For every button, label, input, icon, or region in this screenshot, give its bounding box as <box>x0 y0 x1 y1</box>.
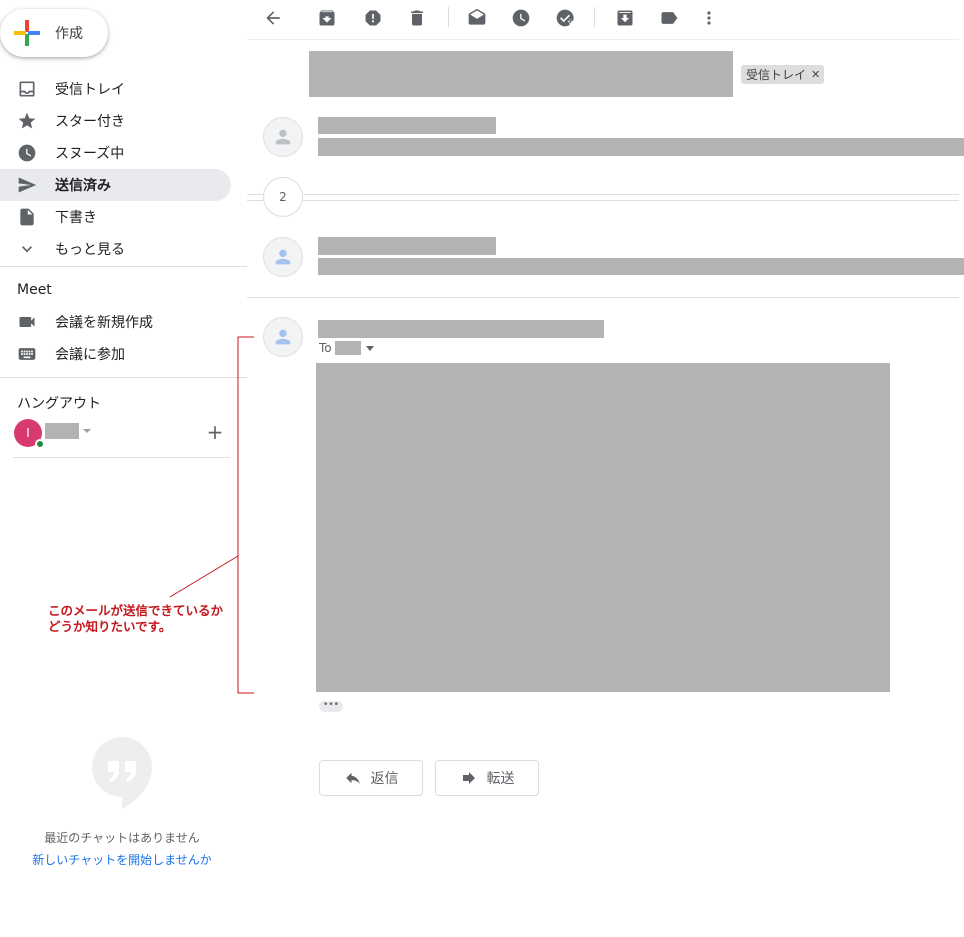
forward-button[interactable]: 転送 <box>435 760 539 796</box>
sidebar-item-label: スヌーズ中 <box>55 146 125 162</box>
report-spam-icon[interactable] <box>361 6 385 30</box>
reply-button[interactable]: 返信 <box>319 760 423 796</box>
move-to-icon[interactable] <box>613 6 637 30</box>
sender-name-redacted <box>318 237 496 255</box>
clock-icon <box>17 143 37 163</box>
toolbar-separator <box>448 7 449 27</box>
meet-join-meeting[interactable]: 会議に参加 <box>0 338 231 370</box>
hangouts-heading: ハングアウト <box>17 396 101 412</box>
meet-section: 会議を新規作成 会議に参加 <box>0 306 231 370</box>
sidebar-item-label: 受信トレイ <box>55 82 125 98</box>
recipient-details-dropdown-icon[interactable] <box>365 345 374 351</box>
compose-label: 作成 <box>55 26 83 42</box>
label-chip-text: 受信トレイ <box>746 68 807 82</box>
sender-avatar <box>263 117 303 157</box>
delete-icon[interactable] <box>405 6 429 30</box>
sidebar-item-snoozed[interactable]: スヌーズ中 <box>0 137 231 169</box>
message-snippet-redacted[interactable] <box>318 258 964 275</box>
snooze-icon[interactable] <box>509 6 533 30</box>
compose-button[interactable]: 作成 <box>0 9 108 57</box>
back-arrow-icon[interactable] <box>261 6 285 30</box>
message-toolbar <box>247 0 959 40</box>
annotation-bracket <box>237 336 254 694</box>
start-new-chat-link[interactable]: 新しいチャットを開始しませんか <box>0 851 244 868</box>
hangouts-user-row[interactable]: I + <box>14 419 230 449</box>
sidebar-item-more[interactable]: もっと見る <box>0 233 231 265</box>
archive-icon[interactable] <box>315 6 339 30</box>
sidebar-item-label: もっと見る <box>55 242 125 258</box>
draft-icon <box>17 207 37 227</box>
inbox-icon <box>17 79 37 99</box>
add-task-icon[interactable] <box>553 6 577 30</box>
subject-redacted <box>309 51 733 97</box>
collapsed-divider <box>247 194 959 195</box>
meet-new-meeting[interactable]: 会議を新規作成 <box>0 306 231 338</box>
sidebar-item-inbox[interactable]: 受信トレイ <box>0 73 231 105</box>
chevron-down-icon <box>17 239 37 259</box>
person-icon <box>275 249 291 265</box>
sender-avatar <box>263 237 303 277</box>
forward-icon <box>462 772 475 784</box>
inbox-label-chip: 受信トレイ ✕ <box>741 65 825 84</box>
annotation-line-1: このメールが送信できているか <box>48 603 224 618</box>
sender-name-redacted <box>318 117 496 134</box>
reply-label: 返信 <box>370 771 399 787</box>
collapsed-divider <box>247 200 959 201</box>
online-status-dot <box>35 439 45 449</box>
sidebar-divider <box>0 377 247 378</box>
star-icon <box>17 111 37 131</box>
forward-label: 転送 <box>486 771 515 787</box>
person-icon <box>275 129 291 145</box>
recipient-name-redacted <box>334 341 361 355</box>
meet-item-label: 会議を新規作成 <box>55 315 153 331</box>
sender-name-redacted <box>318 320 604 338</box>
hangouts-quote-bubble-icon <box>92 737 152 809</box>
sender-avatar <box>263 317 303 357</box>
sidebar-item-drafts[interactable]: 下書き <box>0 201 231 233</box>
sidebar-item-label: 送信済み <box>55 178 111 194</box>
no-recent-chats-text: 最近のチャットはありません <box>44 831 200 845</box>
sidebar-item-label: 下書き <box>55 210 97 226</box>
status-dropdown-icon[interactable] <box>83 429 91 433</box>
send-icon <box>17 175 37 195</box>
hangouts-user-name-redacted <box>45 423 79 439</box>
label-icon[interactable] <box>657 6 681 30</box>
more-vert-icon[interactable] <box>697 6 721 30</box>
meet-heading: Meet <box>17 282 52 298</box>
sidebar-item-starred[interactable]: スター付き <box>0 105 231 137</box>
meet-item-label: 会議に参加 <box>55 347 125 363</box>
collapsed-messages-count[interactable]: 2 <box>263 177 303 217</box>
remove-label-icon[interactable]: ✕ <box>811 68 820 81</box>
toolbar-separator <box>594 7 595 27</box>
video-camera-icon <box>17 312 37 332</box>
mark-unread-icon[interactable] <box>465 6 489 30</box>
message-body-redacted <box>316 363 890 692</box>
sidebar-item-label: スター付き <box>55 114 125 130</box>
message-snippet-redacted[interactable] <box>318 138 964 156</box>
hangouts-divider <box>13 457 230 458</box>
chat-empty-state: 最近のチャットはありません 新しいチャットを開始しませんか <box>0 737 244 868</box>
to-label: To <box>319 341 332 355</box>
annotation-text: このメールが送信できているか どうか知りたいです。 <box>48 603 248 635</box>
sidebar-divider <box>0 266 247 267</box>
keyboard-icon <box>17 344 37 364</box>
new-chat-plus-icon[interactable]: + <box>206 422 224 442</box>
reply-icon <box>345 772 360 784</box>
annotation-line-2: どうか知りたいです。 <box>48 619 172 634</box>
annotation-pointer-line <box>169 555 239 598</box>
recipient-row: To <box>319 340 374 356</box>
show-trimmed-content-button[interactable]: ••• <box>319 701 343 712</box>
sidebar-item-sent[interactable]: 送信済み <box>0 169 231 201</box>
compose-plus-icon <box>14 20 40 46</box>
person-icon <box>275 329 291 345</box>
message-divider <box>247 297 959 298</box>
sidebar-nav: 受信トレイ スター付き スヌーズ中 送信済み 下書き もっと見る <box>0 73 231 265</box>
